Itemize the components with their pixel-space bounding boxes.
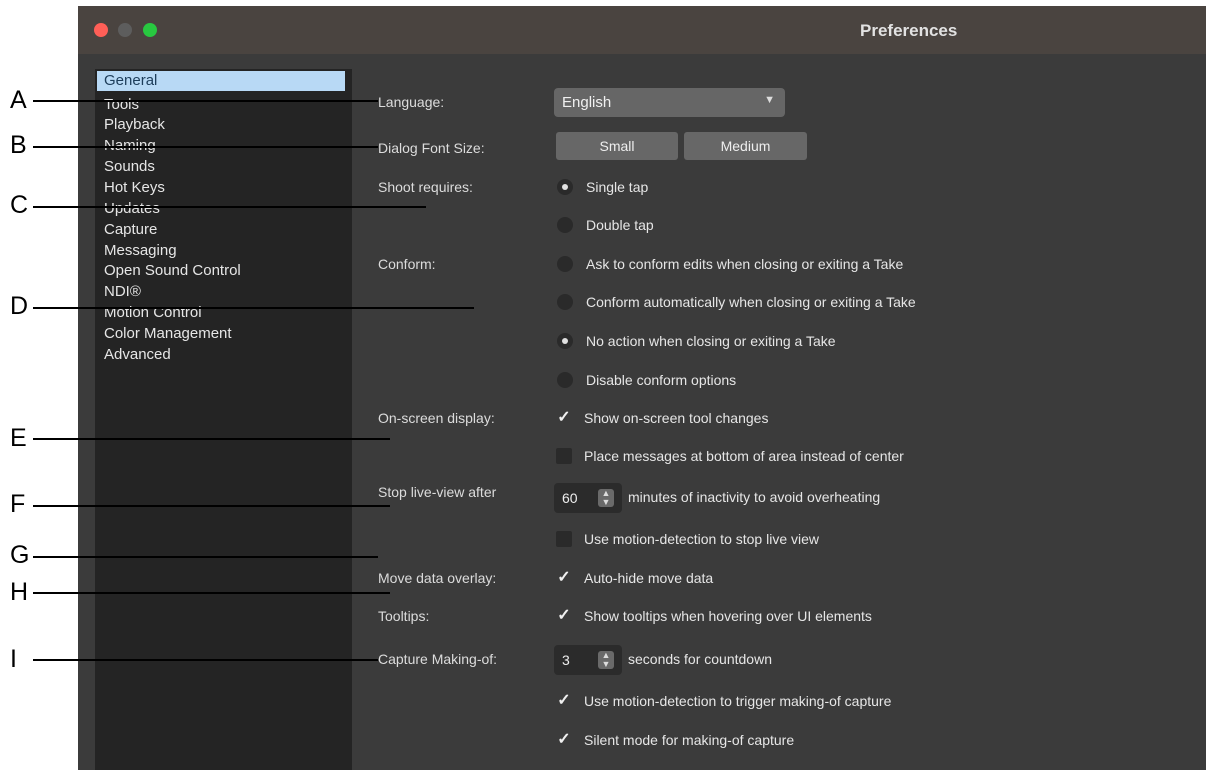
place-messages-bottom-label: Place messages at bottom of area instead… [584, 448, 904, 464]
capture-making-of-label: Capture Making-of: [378, 651, 498, 667]
silent-making-of-checkbox[interactable]: ✓ [556, 732, 572, 748]
dialog-font-size-label: Dialog Font Size: [378, 140, 485, 156]
stepper-arrows-icon[interactable]: ▲ ▼ [598, 651, 614, 669]
minimize-window-button[interactable] [118, 23, 132, 37]
callout-line-a [33, 100, 378, 102]
motion-detect-live-view-label: Use motion-detection to stop live view [584, 531, 819, 547]
zoom-window-button[interactable] [143, 23, 157, 37]
sidebar-item-tools[interactable]: Tools [104, 96, 139, 113]
place-messages-bottom-checkbox[interactable] [556, 448, 572, 464]
callout-letter-d: D [10, 292, 29, 320]
sidebar-item-advanced[interactable]: Advanced [104, 346, 171, 363]
stepper-arrows-icon[interactable]: ▲ ▼ [598, 489, 614, 507]
callout-line-c [33, 206, 426, 208]
show-tool-changes-label: Show on-screen tool changes [584, 410, 769, 426]
move-data-overlay-label: Move data overlay: [378, 570, 497, 586]
sidebar-item-hot-keys[interactable]: Hot Keys [104, 179, 165, 196]
language-value: English [562, 94, 612, 111]
motion-trigger-making-of-label: Use motion-detection to trigger making-o… [584, 693, 892, 709]
callout-letter-b: B [10, 131, 27, 159]
show-tool-changes-checkbox[interactable]: ✓ [556, 410, 572, 426]
font-size-small-button[interactable]: Small [556, 132, 678, 160]
sidebar-item-ndi[interactable]: NDI® [104, 283, 141, 300]
callout-letter-h: H [10, 578, 29, 606]
sidebar-item-sounds[interactable]: Sounds [104, 158, 155, 175]
callout-line-i [33, 659, 378, 661]
sidebar-item-updates[interactable]: Updates [104, 200, 160, 217]
silent-making-of-label: Silent mode for making-of capture [584, 732, 795, 748]
callout-line-h [33, 592, 390, 594]
conform-disable-radio[interactable] [557, 372, 573, 388]
single-tap-radio[interactable] [557, 179, 573, 195]
live-view-minutes-stepper[interactable]: 60 ▲ ▼ [554, 483, 622, 513]
conform-ask-radio[interactable] [557, 256, 573, 272]
conform-no-action-label: No action when closing or exiting a Take [586, 333, 836, 349]
conform-label: Conform: [378, 256, 436, 272]
callout-letter-i: I [10, 645, 17, 673]
callout-letter-g: G [10, 541, 30, 569]
stop-live-view-label: Stop live-view after [378, 484, 497, 500]
show-tooltips-checkbox[interactable]: ✓ [556, 608, 572, 624]
double-tap-radio[interactable] [557, 217, 573, 233]
conform-auto-radio[interactable] [557, 294, 573, 310]
auto-hide-move-data-label: Auto-hide move data [584, 570, 714, 586]
language-dropdown[interactable]: English ▼ [554, 88, 785, 117]
language-label: Language: [378, 94, 445, 110]
chevron-down-icon: ▼ [764, 94, 775, 106]
making-of-seconds-stepper[interactable]: 3 ▲ ▼ [554, 645, 622, 675]
title-bar: Preferences [78, 6, 1206, 54]
on-screen-display-label: On-screen display: [378, 410, 495, 426]
conform-ask-label: Ask to conform edits when closing or exi… [586, 256, 904, 272]
window-title: Preferences [860, 21, 958, 40]
sidebar-item-general[interactable]: General [97, 71, 345, 91]
live-view-minutes-value: 60 [562, 490, 578, 506]
callout-letter-f: F [10, 490, 26, 518]
auto-hide-move-data-checkbox[interactable]: ✓ [556, 570, 572, 586]
sidebar-item-messaging[interactable]: Messaging [104, 242, 177, 259]
callout-letter-e: E [10, 424, 27, 452]
shoot-requires-label: Shoot requires: [378, 179, 473, 195]
sidebar-item-playback[interactable]: Playback [104, 116, 165, 133]
sidebar-item-color-management[interactable]: Color Management [104, 325, 232, 342]
font-size-medium-button[interactable]: Medium [684, 132, 807, 160]
live-view-suffix: minutes of inactivity to avoid overheati… [628, 489, 881, 505]
callout-line-f [33, 505, 390, 507]
callout-line-e [33, 438, 390, 440]
sidebar-item-open-sound-control[interactable]: Open Sound Control [104, 262, 241, 279]
callout-line-b [33, 146, 378, 148]
sidebar-item-capture[interactable]: Capture [104, 221, 157, 238]
conform-no-action-radio[interactable] [557, 333, 573, 349]
callout-letter-c: C [10, 191, 29, 219]
motion-trigger-making-of-checkbox[interactable]: ✓ [556, 693, 572, 709]
show-tooltips-label: Show tooltips when hovering over UI elem… [584, 608, 872, 624]
conform-auto-label: Conform automatically when closing or ex… [586, 294, 916, 310]
motion-detect-live-view-checkbox[interactable] [556, 531, 572, 547]
making-of-suffix: seconds for countdown [628, 651, 772, 667]
callout-line-d [33, 307, 474, 309]
single-tap-label: Single tap [586, 179, 649, 195]
close-window-button[interactable] [94, 23, 108, 37]
callout-line-g [33, 556, 378, 558]
tooltips-label: Tooltips: [378, 608, 430, 624]
making-of-seconds-value: 3 [562, 652, 570, 668]
callout-letter-a: A [10, 86, 27, 114]
double-tap-label: Double tap [586, 217, 654, 233]
conform-disable-label: Disable conform options [586, 372, 737, 388]
